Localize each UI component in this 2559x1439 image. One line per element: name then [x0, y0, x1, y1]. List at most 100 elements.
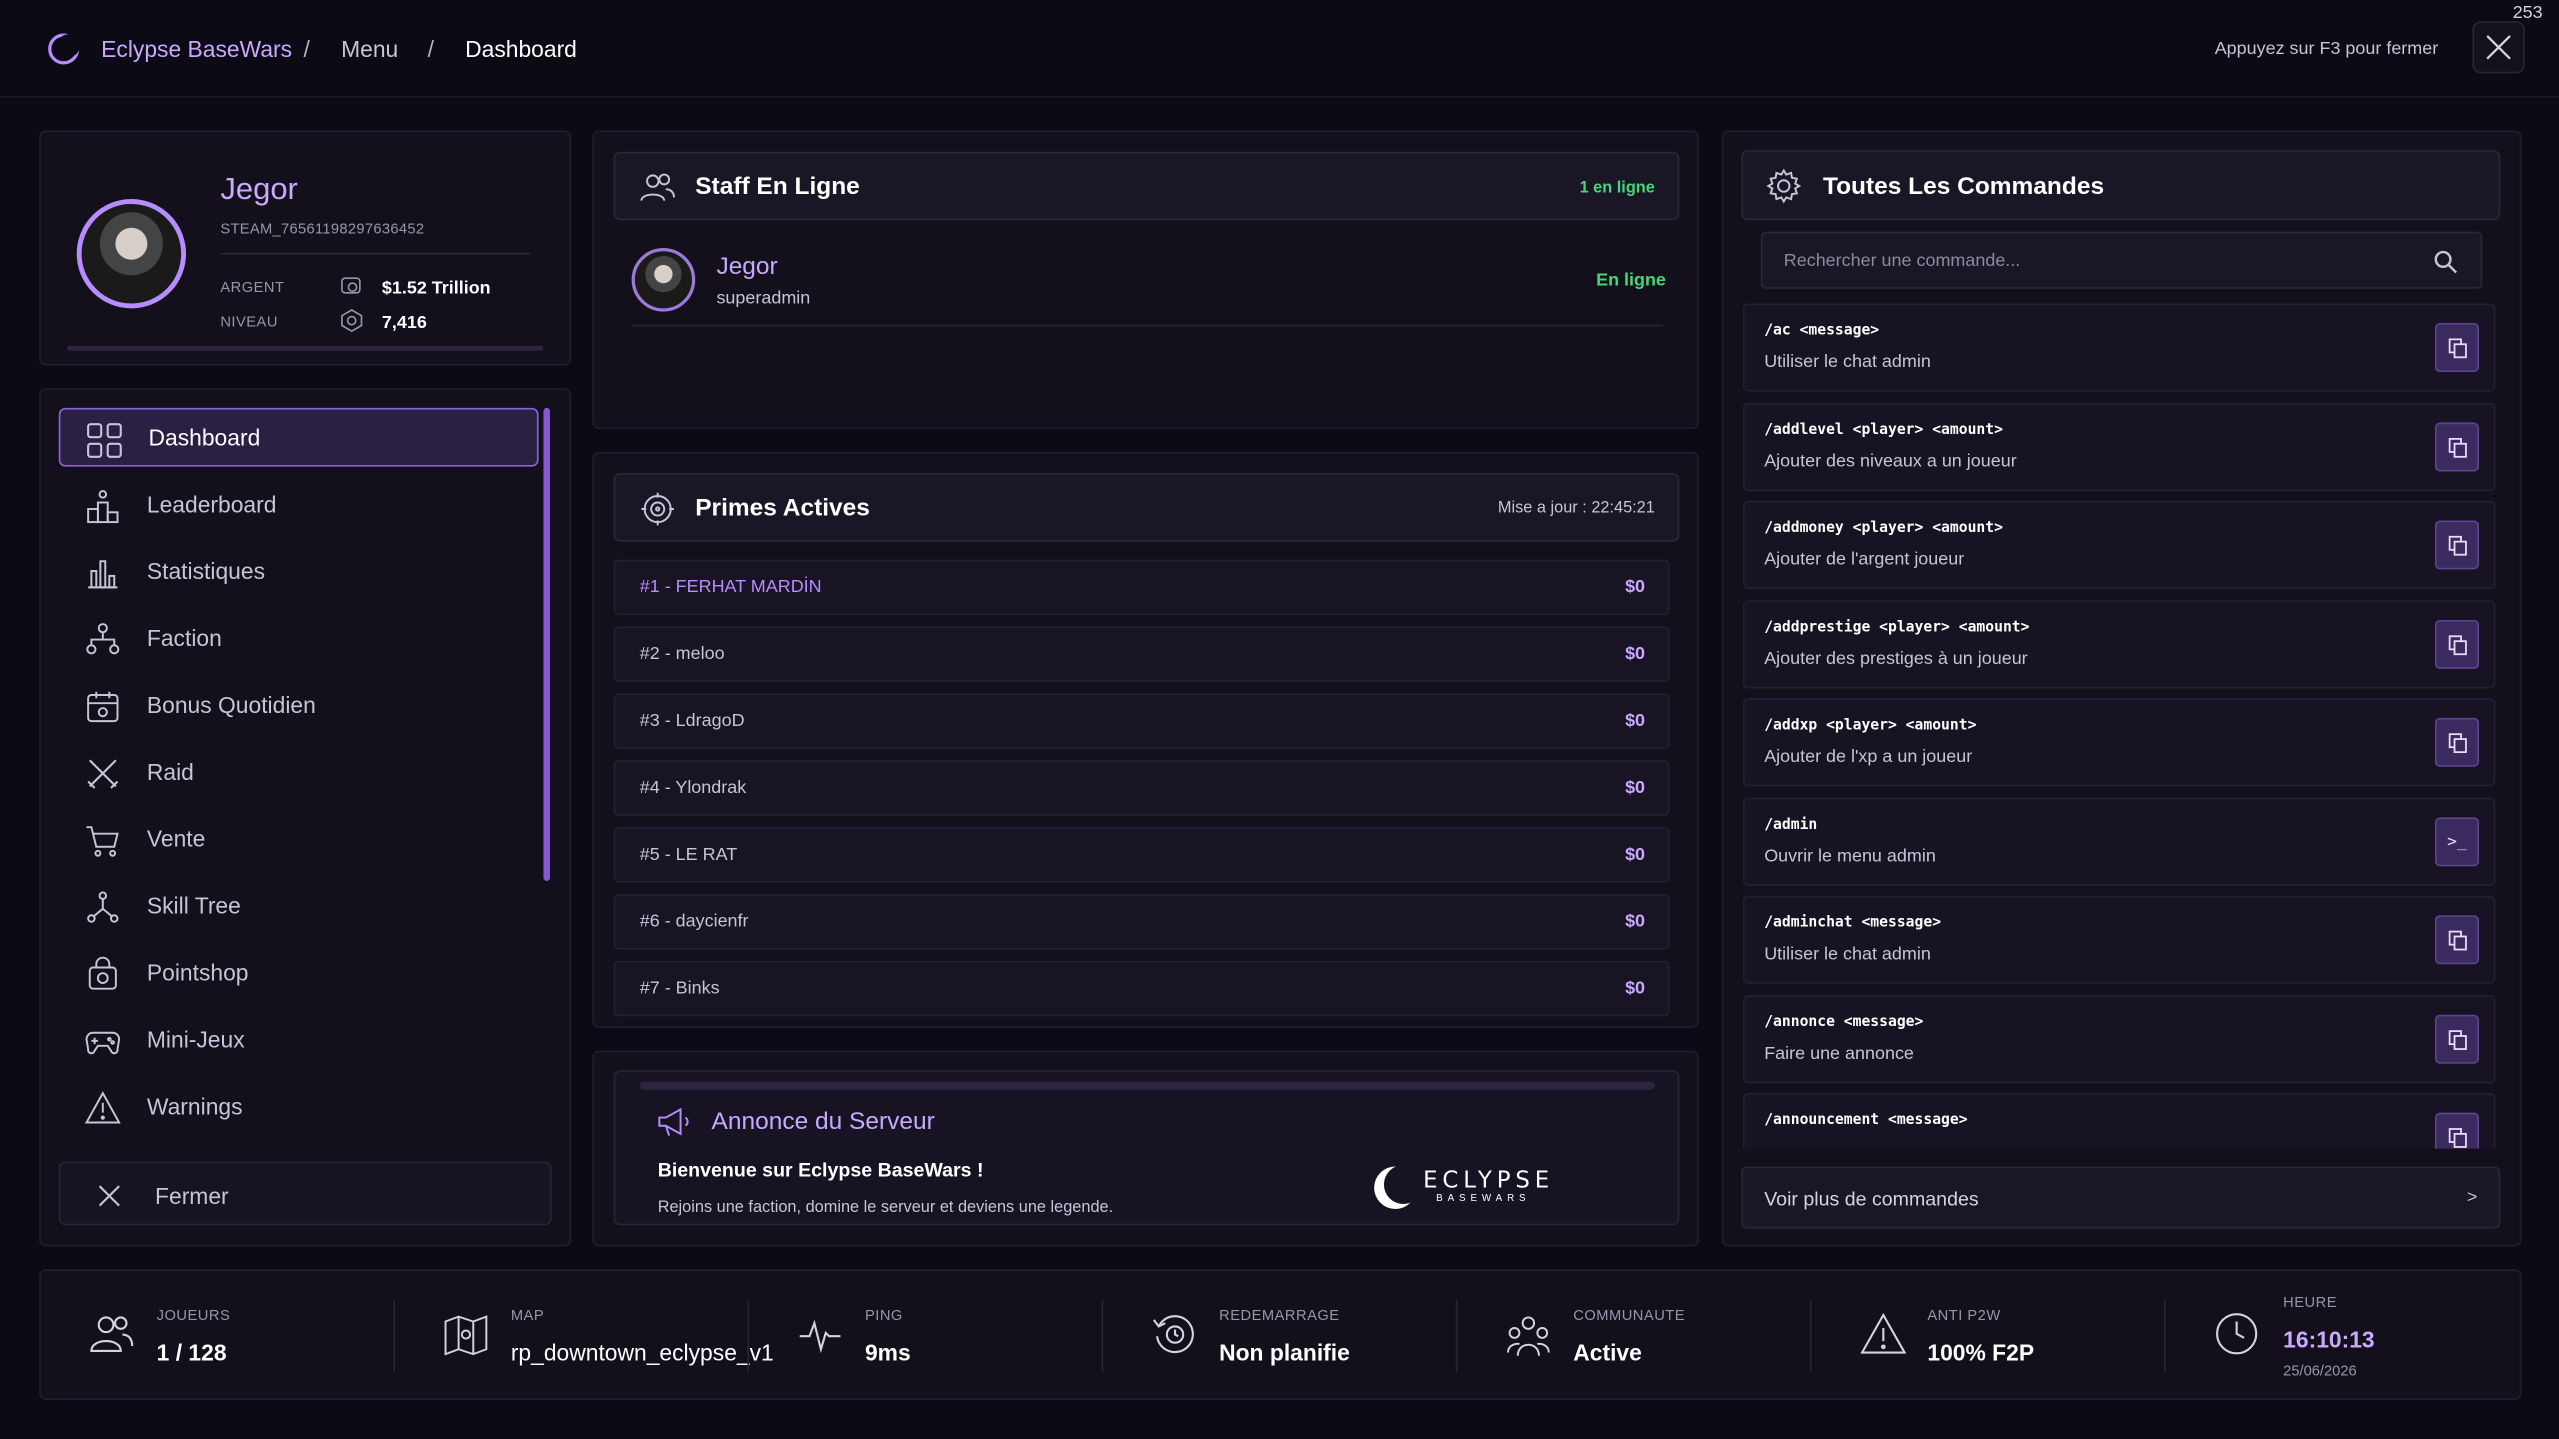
sidebar-item-skill-tree[interactable]: Skill Tree	[59, 876, 539, 935]
time-label: HEURE	[2283, 1293, 2338, 1311]
command-row[interactable]: /addxp <player> <amount> Ajouter de l'xp…	[1742, 698, 2496, 787]
money-icon	[341, 277, 361, 294]
breadcrumb-current: Dashboard	[465, 35, 577, 62]
run-command-button[interactable]: >_	[2434, 817, 2480, 867]
sidebar-item-warnings[interactable]: Warnings	[59, 1077, 539, 1136]
copy-button[interactable]	[2434, 915, 2480, 965]
status-bar	[39, 1269, 2522, 1400]
sidebar-item-bonus-quotidien[interactable]: Bonus Quotidien	[59, 675, 539, 734]
command-name: /annonce <message>	[1764, 1014, 1924, 1032]
command-row[interactable]: /addmoney <player> <amount> Ajouter de l…	[1742, 500, 2496, 589]
command-row[interactable]: /admin Ouvrir le menu admin >_	[1742, 797, 2496, 886]
search-icon[interactable]	[2433, 250, 2458, 274]
date-value: 25/06/2026	[2283, 1362, 2357, 1379]
staff-member-role: superadmin	[716, 288, 811, 309]
target-icon	[641, 492, 675, 526]
sidebar-item-faction[interactable]: Faction	[59, 609, 539, 668]
breadcrumb-menu[interactable]: Menu	[341, 36, 398, 62]
bounty-name: #6 - daycienfr	[639, 912, 749, 932]
copy-icon	[2447, 337, 2467, 358]
players-label: JOUEURS	[156, 1306, 231, 1324]
bounty-value: $0	[1625, 845, 1646, 865]
level-progress-bar	[66, 345, 544, 351]
fermer-label: Fermer	[155, 1182, 229, 1209]
copy-button[interactable]	[2434, 717, 2480, 767]
shop-bag-icon	[88, 956, 117, 990]
command-row[interactable]: /adminchat <message> Utiliser le chat ad…	[1742, 895, 2496, 984]
restart-value: Non planifie	[1219, 1339, 1350, 1366]
community-icon	[1506, 1316, 1550, 1356]
sidebar-item-mini-jeux[interactable]: Mini-Jeux	[59, 1010, 539, 1069]
sidebar-item-label: Mini-Jeux	[146, 1026, 245, 1053]
command-description: Utiliser le chat admin	[1764, 352, 1931, 372]
sidebar-item-label: Vente	[146, 825, 206, 852]
divider	[220, 252, 531, 255]
command-row[interactable]: /addprestige <player> <amount> Ajouter d…	[1742, 600, 2496, 689]
copy-button[interactable]	[2434, 422, 2480, 472]
command-description: Ajouter de l'argent joueur	[1764, 549, 1965, 570]
copy-button[interactable]	[2434, 619, 2480, 669]
community-label: COMMUNAUTE	[1573, 1306, 1686, 1324]
sidebar-scrollbar[interactable]	[543, 407, 550, 882]
bounty-row[interactable]: #6 - daycienfr $0	[613, 894, 1670, 950]
sidebar-item-label: Leaderboard	[146, 491, 277, 518]
bounty-row[interactable]: #4 - Ylondrak $0	[613, 760, 1670, 816]
bounty-row[interactable]: #3 - LdragoD $0	[613, 693, 1670, 749]
moon-logo-icon	[48, 33, 80, 65]
bounty-name: #3 - LdragoD	[639, 711, 745, 731]
bounty-name: #4 - Ylondrak	[639, 778, 747, 798]
copy-button[interactable]	[2434, 323, 2480, 372]
tree-icon	[87, 891, 119, 923]
map-icon	[444, 1315, 488, 1356]
command-search-input[interactable]: Rechercher une commande...	[1760, 231, 2483, 289]
sidebar-item-dashboard[interactable]: Dashboard	[58, 407, 539, 467]
sidebar-item-raid[interactable]: Raid	[59, 742, 539, 801]
command-row[interactable]: /annonce <message> Faire une annonce	[1742, 995, 2496, 1084]
more-commands-label: Voir plus de commandes	[1764, 1187, 1979, 1211]
breadcrumb-app[interactable]: Eclypse BaseWars	[101, 36, 292, 62]
bounty-row[interactable]: #2 - meloo $0	[613, 626, 1670, 682]
level-value: 7,416	[381, 313, 427, 333]
more-commands-button[interactable]: Voir plus de commandes >	[1741, 1166, 2501, 1229]
terminal-icon: >_	[2447, 832, 2467, 851]
fermer-button[interactable]: Fermer	[58, 1161, 552, 1226]
sidebar-item-vente[interactable]: Vente	[59, 809, 539, 868]
close-button[interactable]	[2472, 21, 2525, 74]
command-description: Ajouter de l'xp a un joueur	[1764, 747, 1973, 767]
top-bar: Eclypse BaseWars / Menu / Dashboard Appu…	[0, 0, 2559, 98]
command-row[interactable]: /announcement <message>	[1742, 1093, 2496, 1149]
command-description: Ajouter des niveaux a un joueur	[1764, 451, 2017, 472]
copy-icon	[2447, 634, 2467, 655]
staff-header: Staff En Ligne 1 en ligne	[613, 151, 1680, 221]
command-row[interactable]: /ac <message> Utiliser le chat admin	[1742, 303, 2496, 392]
hierarchy-icon	[86, 623, 120, 655]
staff-count: 1 en ligne	[1579, 179, 1655, 198]
bounty-row[interactable]: #5 - LE RAT $0	[613, 827, 1670, 883]
announcement-headline: Bienvenue sur Eclypse BaseWars !	[657, 1158, 984, 1182]
ping-value: 9ms	[864, 1339, 911, 1366]
copy-icon	[2447, 535, 2467, 555]
sidebar-item-pointshop[interactable]: Pointshop	[59, 943, 539, 1002]
command-row[interactable]: /addlevel <player> <amount> Ajouter des …	[1742, 402, 2496, 492]
command-name: /addmoney <player> <amount>	[1764, 520, 2003, 537]
sidebar-item-leaderboard[interactable]: Leaderboard	[59, 475, 539, 534]
staff-title: Staff En Ligne	[695, 172, 860, 201]
command-description: Ouvrir le menu admin	[1764, 846, 1936, 867]
staff-member-name[interactable]: Jegor	[716, 253, 777, 281]
copy-button[interactable]	[2434, 520, 2480, 570]
bounty-row[interactable]: #7 - Binks $0	[613, 960, 1670, 1017]
divider	[2164, 1300, 2166, 1373]
copy-icon	[2447, 929, 2467, 950]
copy-button[interactable]	[2434, 1112, 2480, 1149]
pulse-icon	[799, 1319, 841, 1354]
time-value: 16:10:13	[2283, 1326, 2375, 1353]
bounty-row[interactable]: #1 - FERHAT MARDİN $0	[613, 559, 1670, 616]
copy-icon	[2447, 437, 2467, 457]
divider	[1101, 1300, 1104, 1373]
avatar	[76, 199, 187, 309]
bounty-value: $0	[1625, 912, 1646, 932]
sidebar-item-statistiques[interactable]: Statistiques	[59, 542, 539, 601]
close-icon	[2486, 35, 2511, 60]
copy-button[interactable]	[2434, 1014, 2480, 1064]
breadcrumb-separator: /	[303, 35, 310, 62]
